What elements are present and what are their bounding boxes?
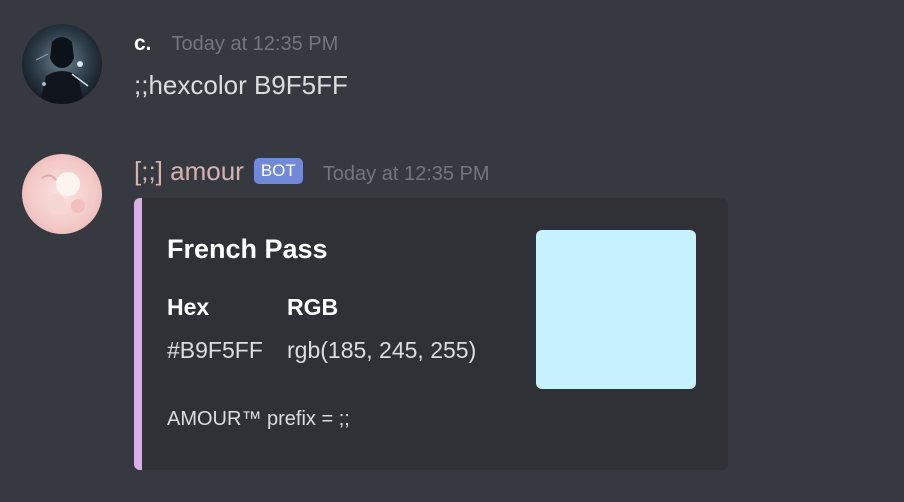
avatar-image xyxy=(22,24,102,104)
username[interactable]: [;;] amour xyxy=(134,156,244,187)
embed-field-name-hex: Hex xyxy=(167,294,210,320)
bot-avatar-amour[interactable] xyxy=(22,154,102,234)
embed-field-value-hex: #B9F5FF xyxy=(167,337,263,363)
timestamp[interactable]: Today at 12:35 PM xyxy=(172,33,339,56)
message-header: [;;] amour BOT Today at 12:35 PM xyxy=(134,156,490,188)
message-header: c. Today at 12:35 PM xyxy=(134,32,338,56)
bot-tag-badge: BOT xyxy=(253,158,303,184)
avatar-image xyxy=(22,154,102,234)
username[interactable]: c. xyxy=(134,32,152,56)
embed-field-value-rgb: rgb(185, 245, 255) xyxy=(287,337,477,363)
user-avatar-c[interactable] xyxy=(22,24,102,104)
color-embed: French Pass Hex #B9F5FF RGB rgb(185, 245… xyxy=(134,198,728,470)
color-swatch-thumbnail[interactable] xyxy=(536,230,696,389)
timestamp[interactable]: Today at 12:35 PM xyxy=(323,163,490,186)
message-content: ;;hexcolor B9F5FF xyxy=(134,70,348,100)
embed-field-name-rgb: RGB xyxy=(287,294,339,320)
embed-footer: AMOUR™ prefix = ;; xyxy=(167,408,350,430)
embed-title: French Pass xyxy=(167,234,328,264)
